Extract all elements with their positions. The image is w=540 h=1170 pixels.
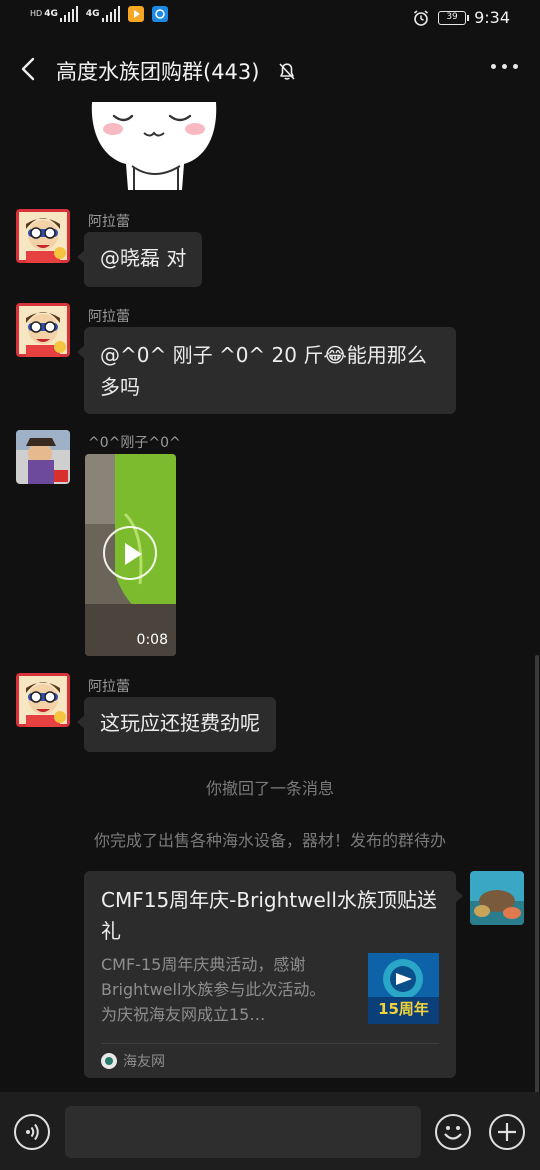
recall-notice: 你撤回了一条消息 bbox=[205, 779, 334, 798]
message-bubble[interactable]: @^0^ 刚子 ^0^ 20 斤😂能用那么多吗 bbox=[77, 327, 456, 414]
video-app-icon bbox=[127, 6, 144, 22]
sender-name: ^0^刚子^0^ bbox=[88, 435, 181, 451]
sender-avatar[interactable] bbox=[16, 430, 70, 484]
status-right: 39 9:34 bbox=[412, 8, 510, 27]
status-bar: HD 4G 4G 39 9:34 bbox=[0, 0, 540, 38]
battery-icon: 39 bbox=[438, 10, 470, 25]
message-input[interactable] bbox=[65, 1106, 421, 1158]
sender-avatar[interactable] bbox=[16, 209, 70, 263]
sender-avatar[interactable] bbox=[16, 303, 70, 357]
alarm-icon bbox=[414, 9, 429, 26]
card-description: CMF-15周年庆典活动，感谢Brightwell水族参与此次活动。为庆祝海友网… bbox=[101, 955, 326, 1024]
network-gen-label-2: 4G bbox=[85, 9, 100, 19]
status-left: HD 4G 4G bbox=[30, 6, 168, 22]
hd-label: HD bbox=[30, 9, 43, 18]
sim2-signal: 4G bbox=[86, 6, 120, 22]
voice-input-icon[interactable] bbox=[14, 1114, 50, 1150]
card-thumbnail: 15周年 bbox=[368, 953, 439, 1024]
play-icon[interactable] bbox=[103, 526, 157, 580]
chat-title: 高度水族团购群(443) bbox=[56, 60, 260, 84]
sim1-signal: HD 4G bbox=[30, 6, 78, 22]
video-duration: 0:08 bbox=[136, 632, 168, 648]
card-source-label: 海友网 bbox=[123, 1054, 165, 1070]
clock: 9:34 bbox=[474, 8, 510, 27]
back-arrow-icon[interactable] bbox=[14, 54, 44, 84]
browser-app-icon bbox=[151, 6, 168, 22]
card-source: 海友网 bbox=[101, 1051, 165, 1071]
todo-notice: 你完成了出售各种海水设备，器材！发布的群待办 bbox=[93, 831, 446, 850]
link-card[interactable]: CMF15周年庆-Brightwell水族顶贴送礼 CMF-15周年庆典活动，感… bbox=[84, 871, 463, 1078]
mute-bell-icon bbox=[279, 63, 295, 80]
input-bar bbox=[0, 1092, 540, 1170]
sender-name: 阿拉蕾 bbox=[88, 214, 130, 230]
network-gen-label: 4G bbox=[44, 9, 58, 19]
card-divider bbox=[101, 1043, 439, 1044]
sender-name: 阿拉蕾 bbox=[88, 679, 130, 695]
add-more-icon[interactable] bbox=[489, 1114, 525, 1150]
card-thumb-label: 15周年 bbox=[378, 1000, 429, 1018]
source-logo-icon bbox=[101, 1053, 117, 1069]
more-options-button[interactable] bbox=[491, 64, 518, 69]
scrollbar[interactable] bbox=[535, 655, 539, 1095]
card-title: CMF15周年庆-Brightwell水族顶贴送礼 bbox=[101, 888, 437, 943]
bunny-sticker[interactable] bbox=[86, 102, 222, 192]
message-bubble[interactable]: 这玩应还挺费劲呢 bbox=[77, 697, 276, 752]
my-avatar[interactable] bbox=[470, 871, 524, 925]
signal-icon-2 bbox=[101, 6, 120, 22]
emoji-icon[interactable] bbox=[435, 1114, 471, 1150]
signal-icon bbox=[59, 6, 78, 22]
sender-name: 阿拉蕾 bbox=[88, 309, 130, 325]
chat-header: 高度水族团购群(443) bbox=[0, 40, 540, 102]
sender-avatar[interactable] bbox=[16, 673, 70, 727]
video-message[interactable]: 0:08 bbox=[85, 454, 176, 656]
message-bubble[interactable]: @晓磊 对 bbox=[76, 232, 203, 287]
